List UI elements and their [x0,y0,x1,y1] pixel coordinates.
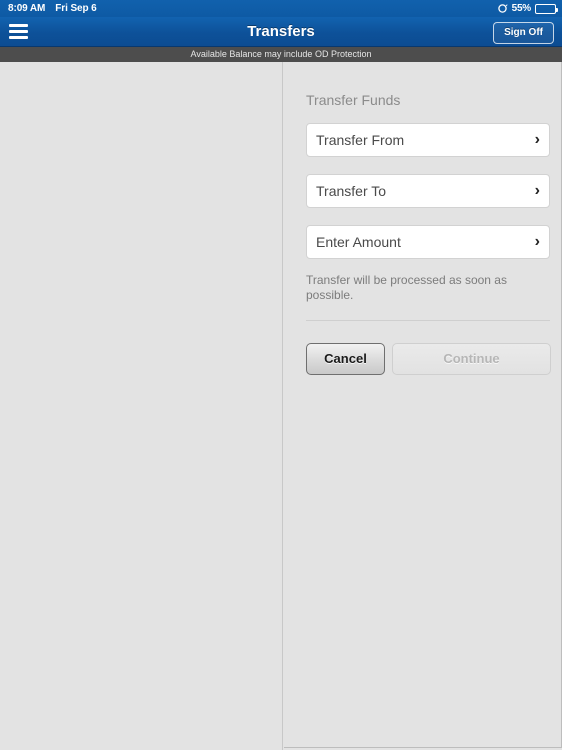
continue-button[interactable]: Continue [392,343,551,375]
page-title: Transfers [247,23,315,40]
section-divider [306,320,550,321]
rotation-lock-icon [497,3,508,14]
transfer-from-row[interactable]: Transfer From › [306,123,550,157]
transfer-to-row[interactable]: Transfer To › [306,174,550,208]
status-bar-right-group: 55% [497,3,558,14]
action-button-row: Cancel Continue [306,343,551,375]
status-bar-time: 8:09 AM [8,3,46,14]
enter-amount-row[interactable]: Enter Amount › [306,225,550,259]
enter-amount-label: Enter Amount [316,234,401,250]
chevron-right-icon: › [534,131,540,148]
app-root: 8:09 AM Fri Sep 6 55% Transfers Sign Off… [0,0,562,750]
status-bar: 8:09 AM Fri Sep 6 55% [0,0,562,17]
processing-hint-text: Transfer will be processed as soon as po… [306,273,507,302]
navigation-bar: Transfers Sign Off [0,17,562,47]
transfer-from-label: Transfer From [316,132,405,148]
balance-notice-banner: Available Balance may include OD Protect… [0,47,562,62]
cancel-button[interactable]: Cancel [306,343,385,375]
transfer-funds-panel: Transfer Funds Transfer From › Transfer … [284,62,562,748]
chevron-right-icon: › [534,182,540,199]
status-bar-date: Fri Sep 6 [55,3,97,14]
content-area: Transfer Funds Transfer From › Transfer … [0,62,562,750]
transfer-field-list: Transfer From › Transfer To › Enter Amou… [306,123,550,276]
battery-percent-label: 55% [511,3,532,14]
sign-off-button[interactable]: Sign Off [493,22,554,44]
battery-icon [535,3,558,14]
transfer-to-label: Transfer To [316,183,387,199]
left-pane [0,62,283,750]
chevron-right-icon: › [534,233,540,250]
section-title: Transfer Funds [306,92,401,108]
